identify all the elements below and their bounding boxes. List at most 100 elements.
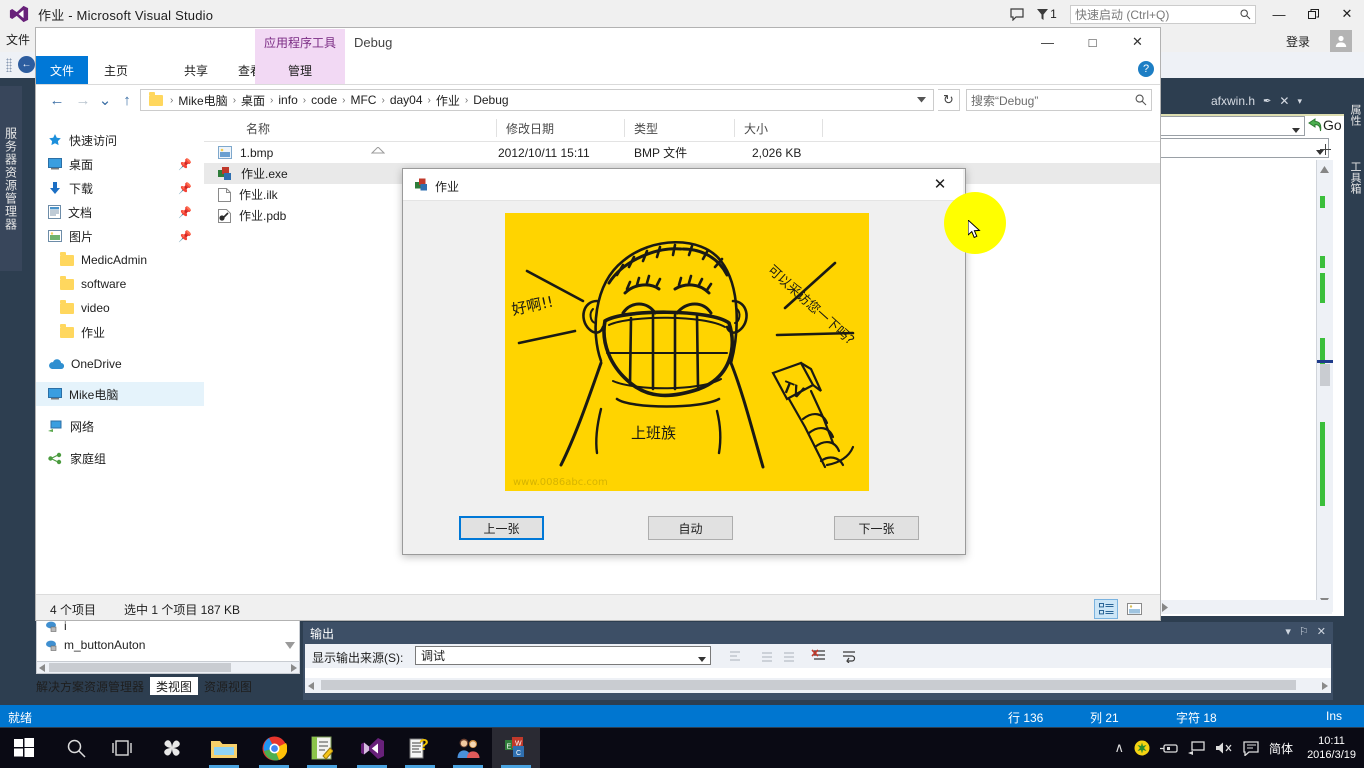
list-item[interactable]: m_buttonAuton: [37, 635, 299, 654]
volume-muted-icon[interactable]: [1215, 741, 1233, 755]
document-tab-afxwin[interactable]: afxwin.h ✒ ✕ ▾: [1155, 90, 1350, 112]
forward-button[interactable]: →: [70, 87, 96, 113]
notifications-icon[interactable]: 1: [1030, 0, 1064, 28]
breadcrumb[interactable]: › Mike电脑 › 桌面 › info › code › MFC › day0…: [140, 89, 934, 111]
table-row[interactable]: 1.bmp 2012/10/11 15:11 BMP 文件 2,026 KB: [204, 142, 1160, 163]
task-view-button[interactable]: [98, 728, 146, 768]
up-button[interactable]: ↑: [114, 87, 140, 113]
auto-play-button[interactable]: 自动: [648, 516, 733, 540]
tab-file[interactable]: 文件: [36, 56, 88, 84]
column-header-name[interactable]: 名称: [246, 120, 270, 137]
sidebar-item-quick-access[interactable]: 快速访问: [36, 128, 204, 152]
sidebar-tab-toolbox[interactable]: 工具箱: [1346, 146, 1364, 208]
scroll-down-arrow[interactable]: [285, 638, 295, 652]
account-avatar[interactable]: [1330, 30, 1352, 52]
notepad-button[interactable]: [298, 728, 346, 768]
editor-vertical-scrollbar[interactable]: [1316, 160, 1333, 612]
chevron-down-icon[interactable]: [917, 95, 929, 105]
output-source-dropdown[interactable]: 调试: [415, 646, 711, 665]
breadcrumb-item-6[interactable]: 作业: [434, 92, 462, 109]
breadcrumb-item-7[interactable]: Debug: [471, 93, 510, 107]
network-icon[interactable]: [1188, 741, 1205, 755]
scroll-up-arrow[interactable]: [1320, 162, 1329, 176]
class-view-horizontal-scrollbar[interactable]: [36, 661, 300, 674]
action-center-icon[interactable]: [1243, 741, 1259, 756]
editor-member-dropdown[interactable]: [1157, 138, 1329, 158]
help-icon[interactable]: ?: [1138, 61, 1154, 77]
sidebar-item-onedrive[interactable]: OneDrive: [36, 352, 204, 376]
quick-launch-input[interactable]: 快速启动 (Ctrl+Q): [1070, 5, 1256, 24]
next-image-button[interactable]: 下一张: [834, 516, 919, 540]
tab-resource-view[interactable]: 资源视图: [198, 677, 258, 695]
go-to-next-icon[interactable]: [780, 647, 798, 665]
column-divider[interactable]: [734, 119, 735, 137]
find-message-icon[interactable]: [726, 647, 744, 665]
vs-restore-button[interactable]: [1296, 0, 1330, 28]
close-icon[interactable]: ✕: [1279, 94, 1289, 108]
column-divider[interactable]: [496, 119, 497, 137]
column-header-type[interactable]: 类型: [634, 120, 658, 137]
editor-type-dropdown[interactable]: [1157, 116, 1305, 136]
sign-in-link[interactable]: 登录: [1286, 33, 1310, 50]
toolbar-grip[interactable]: [6, 58, 12, 72]
breadcrumb-item-4[interactable]: MFC: [348, 93, 378, 107]
ime-indicator[interactable]: 简体: [1269, 740, 1293, 757]
details-view-button[interactable]: [1094, 599, 1118, 619]
scroll-thumb[interactable]: [321, 680, 1296, 690]
breadcrumb-item-3[interactable]: code: [309, 93, 339, 107]
breadcrumb-item-2[interactable]: info: [276, 93, 299, 107]
update-icon[interactable]: [1134, 740, 1150, 756]
go-button[interactable]: Go: [1306, 114, 1350, 136]
breadcrumb-item-5[interactable]: day04: [388, 93, 425, 107]
tab-manage[interactable]: 管理: [255, 56, 345, 84]
pin-icon[interactable]: 📌: [178, 158, 192, 171]
refresh-button[interactable]: ↻: [938, 89, 960, 111]
output-horizontal-scrollbar[interactable]: [305, 678, 1331, 693]
explorer-close-button[interactable]: ✕: [1115, 28, 1160, 56]
pin-icon[interactable]: 📌: [178, 230, 192, 243]
sidebar-item-desktop[interactable]: 桌面 📌: [36, 152, 204, 176]
sidebar-item-network[interactable]: 网络: [36, 414, 204, 438]
file-explorer-button[interactable]: [200, 728, 248, 768]
prev-image-button[interactable]: 上一张: [459, 516, 544, 540]
vs-menu-file[interactable]: 文件: [6, 31, 30, 48]
vs-minimize-button[interactable]: —: [1262, 0, 1296, 28]
toggle-word-wrap-icon[interactable]: [840, 647, 858, 665]
go-to-previous-icon[interactable]: [758, 647, 776, 665]
office-button[interactable]: E W C: [492, 728, 540, 768]
navigate-backward-icon[interactable]: ←: [18, 56, 35, 73]
chrome-button[interactable]: [250, 728, 298, 768]
sidebar-item-medicadmin[interactable]: MedicAdmin: [36, 248, 204, 272]
sidebar-item-zuoye[interactable]: 作业: [36, 320, 204, 344]
pin-icon[interactable]: 📌: [178, 206, 192, 219]
pinwheel-app-button[interactable]: [148, 728, 196, 768]
sidebar-item-documents[interactable]: 文档 📌: [36, 200, 204, 224]
chevron-down-icon[interactable]: ▾: [1285, 625, 1291, 638]
dialog-close-button[interactable]: ✕: [917, 169, 963, 199]
sidebar-item-homegroup[interactable]: 家庭组: [36, 446, 204, 470]
split-editor-icon[interactable]: [1319, 142, 1331, 156]
help-viewer-button[interactable]: ?: [396, 728, 444, 768]
show-hidden-icons-chevron[interactable]: ∧: [1115, 740, 1125, 756]
back-button[interactable]: ←: [44, 87, 70, 113]
scroll-thumb[interactable]: [1320, 364, 1330, 386]
column-divider[interactable]: [624, 119, 625, 137]
recent-locations-button[interactable]: ⌄: [96, 87, 114, 113]
breadcrumb-item-0[interactable]: Mike电脑: [176, 92, 229, 109]
column-header-size[interactable]: 大小: [744, 120, 768, 137]
editor-horizontal-scrollbar[interactable]: [1157, 600, 1332, 614]
sidebar-item-pictures[interactable]: 图片 📌: [36, 224, 204, 248]
chevron-down-icon[interactable]: ▾: [1297, 96, 1302, 107]
explorer-maximize-button[interactable]: □: [1070, 28, 1115, 56]
pin-icon[interactable]: ⚐: [1299, 625, 1309, 638]
search-input[interactable]: 搜索“Debug”: [966, 89, 1152, 111]
pin-icon[interactable]: 📌: [178, 182, 192, 195]
tab-home[interactable]: 主页: [88, 56, 144, 84]
tab-solution-explorer[interactable]: 解决方案资源管理器: [30, 677, 150, 695]
large-icons-view-button[interactable]: [1122, 599, 1146, 619]
column-divider[interactable]: [822, 119, 823, 137]
sidebar-item-mike-pc[interactable]: Mike电脑: [36, 382, 204, 406]
close-icon[interactable]: ✕: [1317, 625, 1326, 638]
start-button[interactable]: [0, 728, 48, 768]
column-header-date[interactable]: 修改日期: [506, 120, 554, 137]
